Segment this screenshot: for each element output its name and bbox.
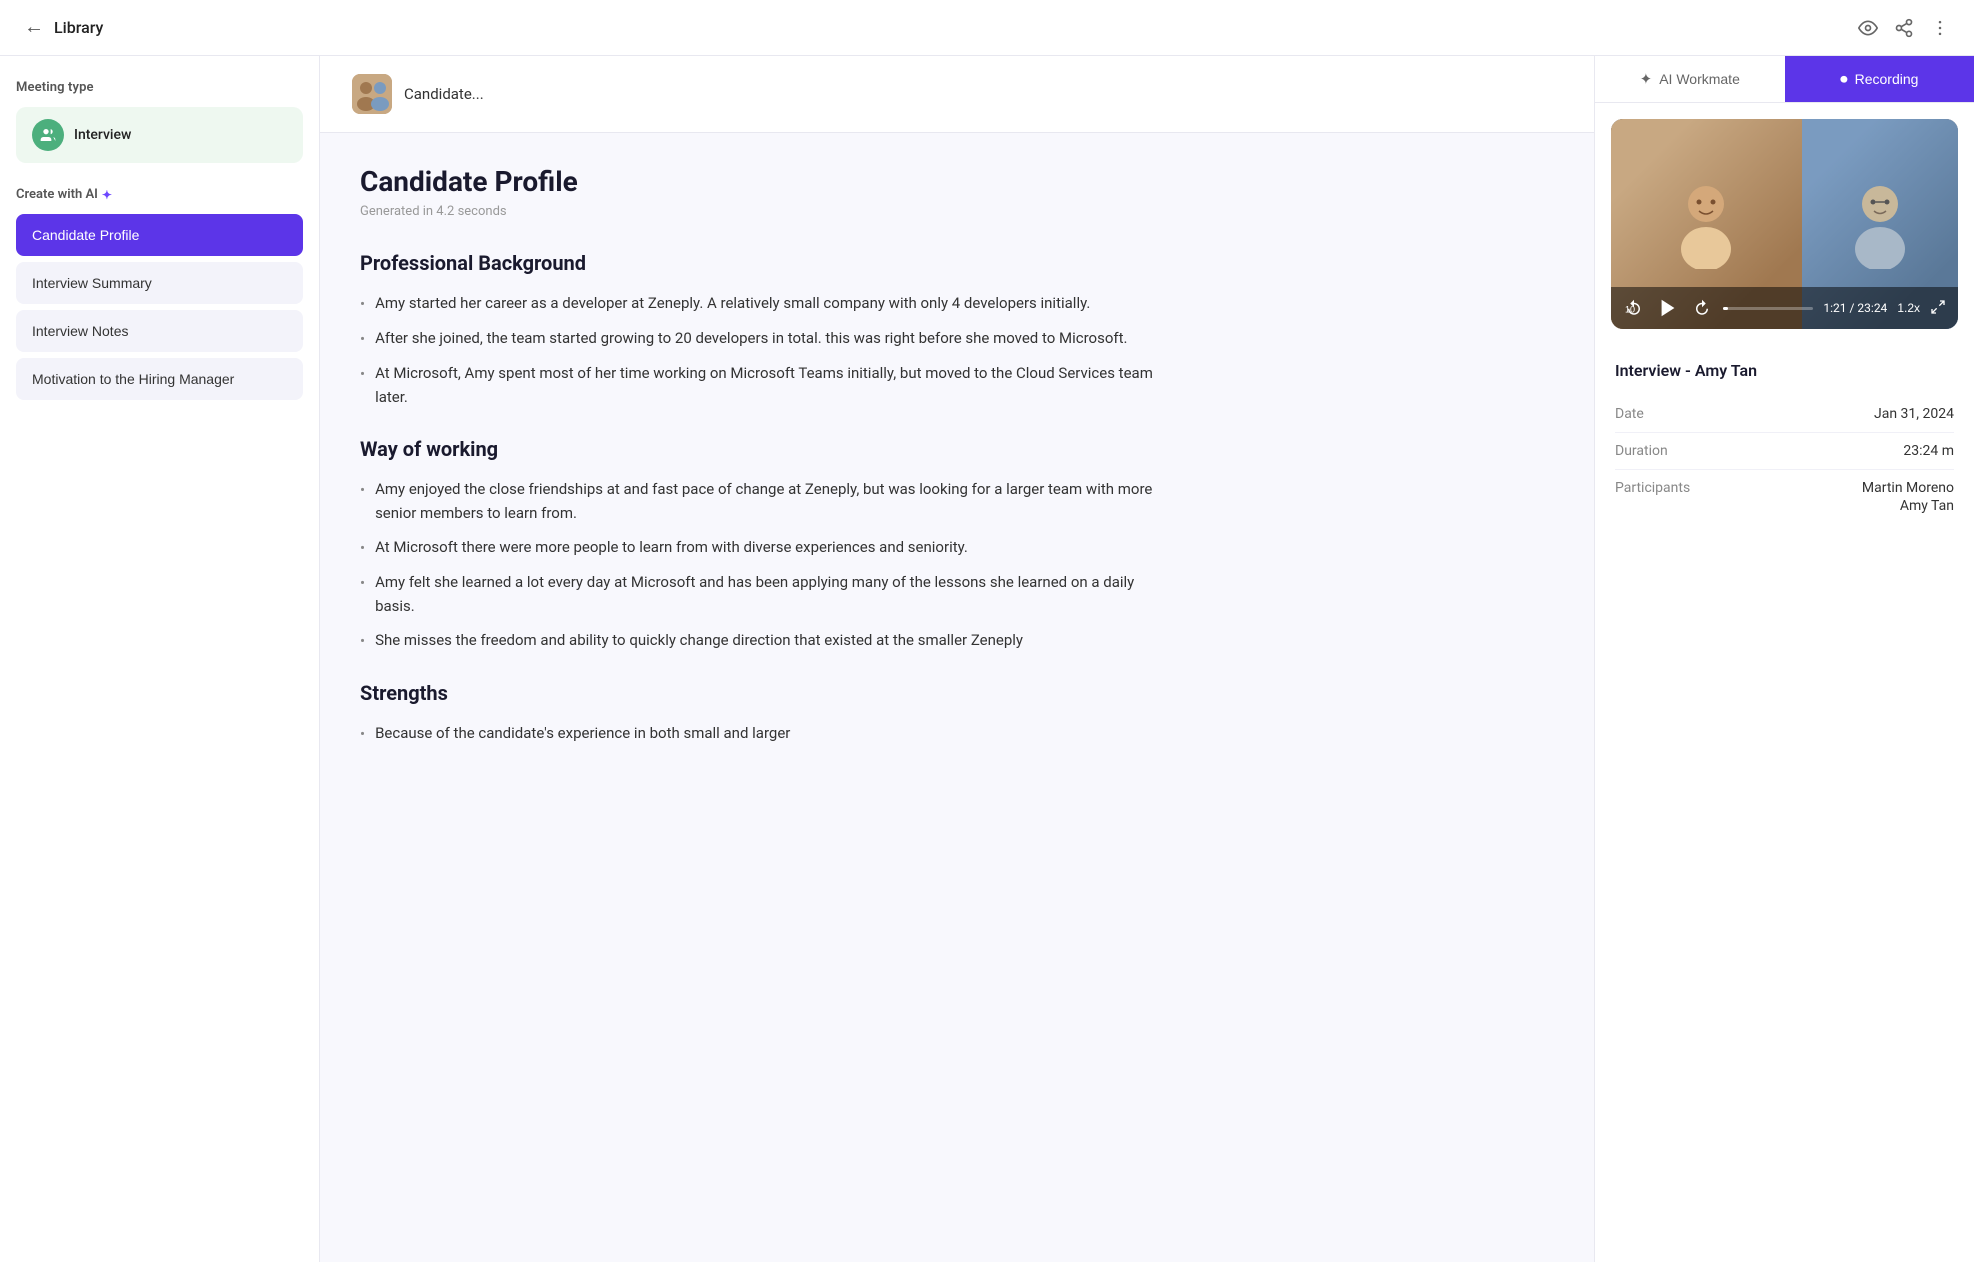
header: ← Library bbox=[0, 0, 1974, 56]
duration-label: Duration bbox=[1615, 443, 1668, 459]
participant1: Martin Moreno bbox=[1862, 480, 1954, 496]
forward-button[interactable] bbox=[1691, 297, 1713, 319]
progress-fill bbox=[1723, 307, 1728, 310]
bullet-item: She misses the freedom and ability to qu… bbox=[360, 628, 1160, 653]
back-button[interactable]: ← bbox=[24, 16, 44, 39]
nav-interview-notes[interactable]: Interview Notes bbox=[16, 310, 303, 352]
tab-ai-workmate[interactable]: ✦ AI Workmate bbox=[1595, 56, 1785, 102]
share-button[interactable] bbox=[1894, 18, 1914, 38]
detail-row-duration: Duration 23:24 m bbox=[1615, 433, 1954, 470]
detail-row-participants: Participants Martin Moreno Amy Tan bbox=[1615, 470, 1954, 524]
bullet-item: Because of the candidate's experience in… bbox=[360, 721, 1160, 746]
professional-bullets: Amy started her career as a developer at… bbox=[360, 291, 1160, 409]
create-ai-label: Create with AI ✦ bbox=[16, 187, 303, 202]
candidate-header: Candidate... bbox=[320, 56, 1594, 133]
video-controls: 10 1:21 / 23:24 1.2x bbox=[1611, 287, 1958, 329]
back-icon: ← bbox=[24, 16, 44, 39]
meeting-type-icon bbox=[32, 119, 64, 151]
fullscreen-button[interactable] bbox=[1930, 299, 1946, 318]
article-meta: Generated in 4.2 seconds bbox=[360, 204, 1160, 219]
tab-ai-workmate-label: AI Workmate bbox=[1659, 71, 1740, 87]
more-button[interactable] bbox=[1930, 18, 1950, 38]
strengths-bullets: Because of the candidate's experience in… bbox=[360, 721, 1160, 746]
section-heading-working: Way of working bbox=[360, 437, 1160, 461]
share-icon bbox=[1894, 18, 1914, 38]
candidate-name: Candidate... bbox=[404, 85, 484, 103]
time-display: 1:21 / 23:24 bbox=[1823, 301, 1887, 315]
ai-star-icon: ✦ bbox=[102, 188, 112, 202]
bullet-item: Amy enjoyed the close friendships at and… bbox=[360, 477, 1160, 525]
nav-candidate-profile[interactable]: Candidate Profile bbox=[16, 214, 303, 256]
meeting-type-label: Meeting type bbox=[16, 80, 303, 95]
section-heading-strengths: Strengths bbox=[360, 681, 1160, 705]
ai-workmate-icon: ✦ bbox=[1640, 70, 1653, 88]
panel-tabs: ✦ AI Workmate ⏺ Recording bbox=[1595, 56, 1974, 103]
right-panel: ✦ AI Workmate ⏺ Recording bbox=[1594, 56, 1974, 1262]
video-container: 10 1:21 / 23:24 1.2x bbox=[1611, 119, 1958, 329]
bullet-item: After she joined, the team started growi… bbox=[360, 326, 1160, 351]
recording-icon: ⏺ bbox=[1840, 71, 1848, 88]
tab-recording[interactable]: ⏺ Recording bbox=[1785, 56, 1974, 102]
create-ai-section: Create with AI ✦ Candidate Profile Inter… bbox=[16, 187, 303, 406]
meeting-type-card: Interview bbox=[16, 107, 303, 163]
content-area: Candidate... Candidate Profile Generated… bbox=[320, 56, 1594, 1262]
bullet-item: At Microsoft there were more people to l… bbox=[360, 535, 1160, 560]
meeting-type-name: Interview bbox=[74, 127, 131, 143]
date-value: Jan 31, 2024 bbox=[1874, 406, 1954, 422]
interview-details: Interview - Amy Tan Date Jan 31, 2024 Du… bbox=[1595, 345, 1974, 540]
play-button[interactable] bbox=[1655, 295, 1681, 321]
participant2: Amy Tan bbox=[1900, 498, 1954, 514]
bullet-item: Amy started her career as a developer at… bbox=[360, 291, 1160, 316]
nav-motivation[interactable]: Motivation to the Hiring Manager bbox=[16, 358, 303, 400]
sidebar: Meeting type Interview Create with AI ✦ … bbox=[0, 56, 320, 1262]
candidate-avatar bbox=[352, 74, 392, 114]
date-label: Date bbox=[1615, 406, 1644, 422]
working-bullets: Amy enjoyed the close friendships at and… bbox=[360, 477, 1160, 653]
header-left: ← Library bbox=[24, 16, 103, 39]
progress-bar[interactable] bbox=[1723, 307, 1813, 310]
interview-title: Interview - Amy Tan bbox=[1615, 361, 1954, 380]
eye-button[interactable] bbox=[1858, 18, 1878, 38]
detail-row-date: Date Jan 31, 2024 bbox=[1615, 396, 1954, 433]
speed-button[interactable]: 1.2x bbox=[1897, 301, 1920, 315]
header-title: Library bbox=[54, 18, 103, 37]
article-content: Candidate Profile Generated in 4.2 secon… bbox=[320, 133, 1200, 806]
participants-label: Participants bbox=[1615, 480, 1690, 496]
header-actions bbox=[1858, 18, 1950, 38]
duration-value: 23:24 m bbox=[1903, 443, 1954, 459]
nav-interview-summary[interactable]: Interview Summary bbox=[16, 262, 303, 304]
participants-value: Martin Moreno Amy Tan bbox=[1862, 480, 1954, 514]
more-icon bbox=[1930, 18, 1950, 38]
section-heading-professional: Professional Background bbox=[360, 251, 1160, 275]
bullet-item: At Microsoft, Amy spent most of her time… bbox=[360, 361, 1160, 409]
main-layout: Meeting type Interview Create with AI ✦ … bbox=[0, 56, 1974, 1262]
article-title: Candidate Profile bbox=[360, 165, 1160, 198]
rewind-button[interactable]: 10 bbox=[1623, 297, 1645, 319]
bullet-item: Amy felt she learned a lot every day at … bbox=[360, 570, 1160, 618]
eye-icon bbox=[1858, 18, 1878, 38]
tab-recording-label: Recording bbox=[1855, 71, 1919, 87]
